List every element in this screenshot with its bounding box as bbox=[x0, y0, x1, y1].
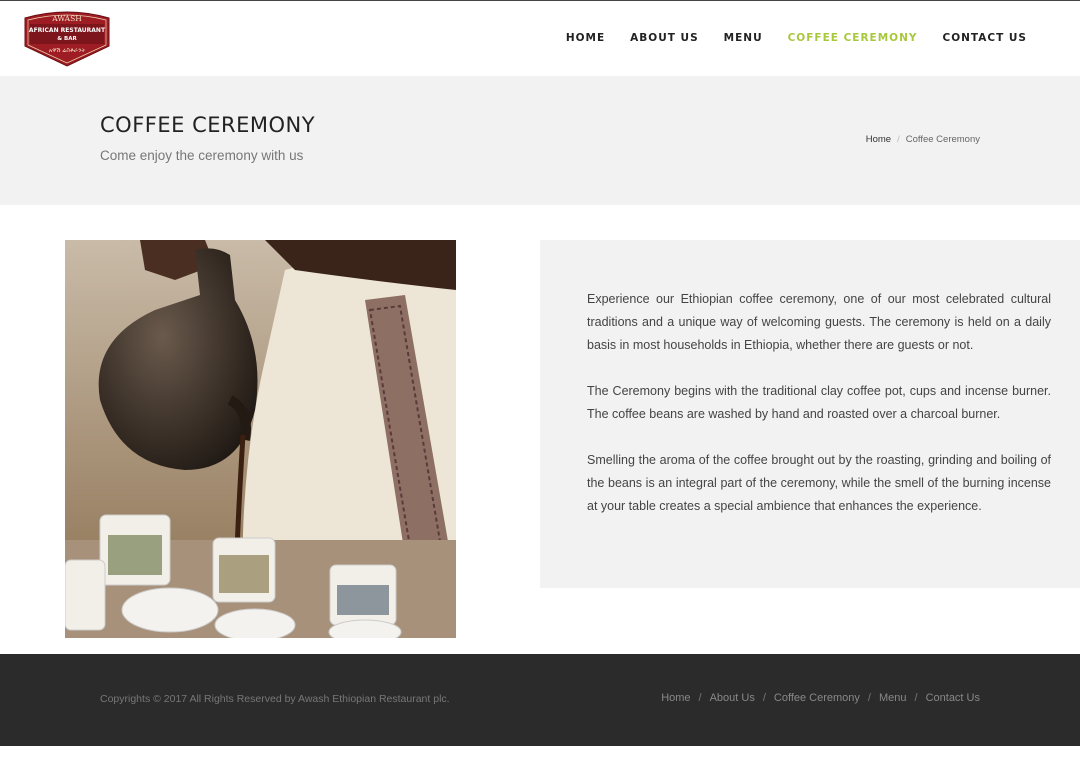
breadcrumb: Home / Coffee Ceremony bbox=[866, 134, 980, 145]
nav-menu[interactable]: MENU bbox=[724, 32, 763, 44]
footer-link-home[interactable]: Home bbox=[661, 692, 690, 704]
page-subtitle: Come enjoy the ceremony with us bbox=[100, 148, 304, 163]
footer-link-coffee-ceremony[interactable]: Coffee Ceremony bbox=[774, 692, 860, 704]
coffee-pouring-illustration bbox=[65, 240, 456, 638]
paragraph-aroma: Smelling the aroma of the coffee brought… bbox=[587, 453, 1051, 513]
site-footer: Copyrights © 2017 All Rights Reserved by… bbox=[0, 654, 1080, 746]
nav-about-us[interactable]: ABOUT US bbox=[630, 32, 699, 44]
breadcrumb-current: Coffee Ceremony bbox=[905, 134, 980, 145]
logo-amharic-text: አዋሽ ሬስቶራንት bbox=[49, 47, 86, 54]
page-title: COFFEE CEREMONY bbox=[100, 113, 316, 137]
description-text: Experience our Ethiopian coffee ceremony… bbox=[587, 288, 1051, 541]
footer-separator: / bbox=[698, 692, 702, 704]
footer-nav: Home / About Us / Coffee Ceremony / Menu… bbox=[661, 692, 980, 704]
footer-link-contact-us[interactable]: Contact Us bbox=[926, 692, 980, 704]
logo-emblem: AWASH AFRICAN RESTAURANT & BAR አዋሽ ሬስቶራን… bbox=[24, 11, 110, 67]
nav-coffee-ceremony[interactable]: COFFEE CEREMONY bbox=[788, 32, 918, 44]
main-nav: HOME ABOUT US MENU COFFEE CEREMONY CONTA… bbox=[566, 32, 1027, 44]
footer-link-about-us[interactable]: About Us bbox=[710, 692, 755, 704]
copyright-text: Copyrights © 2017 All Rights Reserved by… bbox=[100, 693, 450, 705]
breadcrumb-separator: / bbox=[897, 134, 900, 145]
site-header: AWASH AFRICAN RESTAURANT & BAR አዋሽ ሬስቶራን… bbox=[0, 0, 1080, 76]
awash-logo[interactable]: AWASH AFRICAN RESTAURANT & BAR አዋሽ ሬስቶራን… bbox=[22, 10, 112, 68]
paragraph-intro: Experience our Ethiopian coffee ceremony… bbox=[587, 292, 1051, 352]
footer-separator: / bbox=[762, 692, 766, 704]
footer-link-menu[interactable]: Menu bbox=[879, 692, 907, 704]
footer-separator: / bbox=[867, 692, 871, 704]
nav-home[interactable]: HOME bbox=[566, 32, 605, 44]
coffee-ceremony-photo bbox=[65, 240, 456, 638]
footer-separator: / bbox=[914, 692, 918, 704]
nav-contact-us[interactable]: CONTACT US bbox=[942, 32, 1027, 44]
logo-mid2-text: & BAR bbox=[57, 36, 77, 42]
paragraph-begins: The Ceremony begins with the traditional… bbox=[587, 384, 1051, 421]
logo-mid-text: AFRICAN RESTAURANT bbox=[29, 27, 106, 34]
breadcrumb-home[interactable]: Home bbox=[866, 134, 891, 145]
logo-top-text: AWASH bbox=[51, 14, 82, 23]
